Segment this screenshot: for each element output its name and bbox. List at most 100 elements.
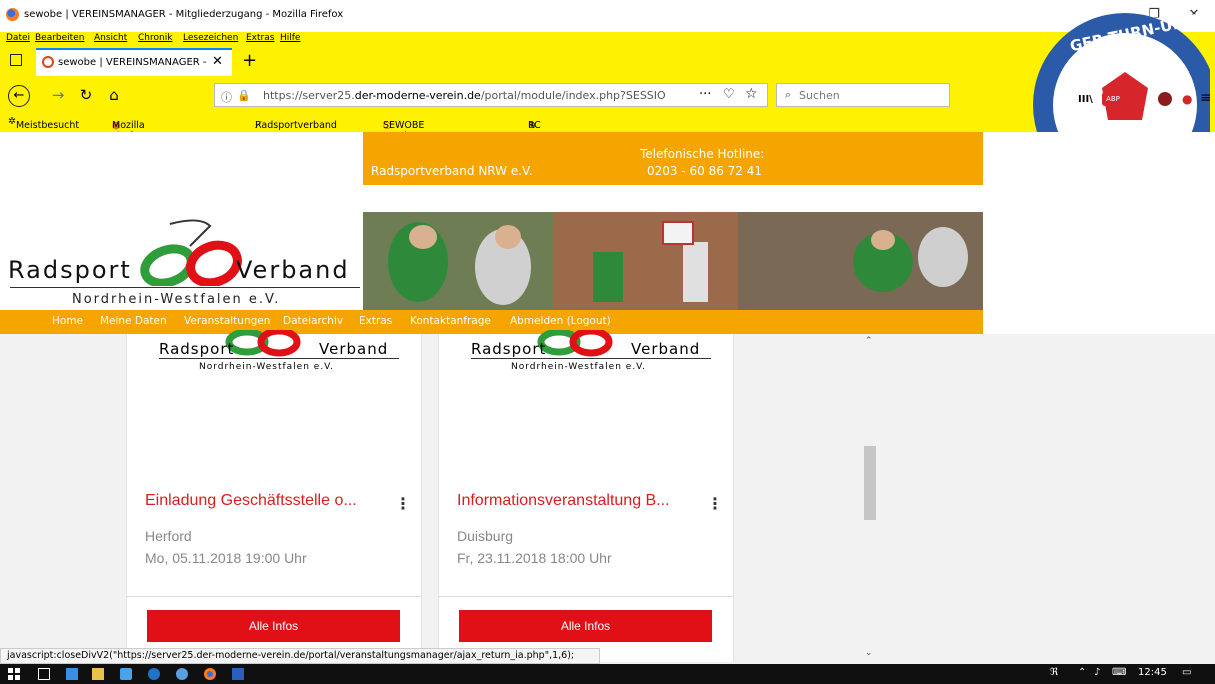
logo-subtitle: Nordrhein-Westfalen e.V. [72, 292, 281, 307]
main-navigation: Home Meine Daten Veranstaltungen Dateiar… [0, 310, 983, 334]
card-logo-rule [471, 358, 711, 359]
card-logo: Radsport Verband Nordrhein-Westfalen e.V… [465, 330, 715, 376]
menu-bearbeiten[interactable]: Bearbeiten [35, 32, 84, 44]
card-logo-right: Verband [631, 340, 701, 358]
back-button[interactable]: ← [8, 85, 30, 107]
app-icon[interactable] [120, 668, 132, 680]
scroll-down-icon[interactable]: ⌄ [865, 648, 873, 658]
info-icon[interactable]: ⓘ [221, 89, 232, 105]
task-view-icon[interactable] [38, 668, 50, 680]
nav-veranstaltungen[interactable]: Veranstaltungen [184, 315, 270, 327]
nav-meine-daten[interactable]: Meine Daten [100, 315, 167, 327]
adblock-icon[interactable]: ABP [1102, 92, 1124, 106]
site-logo[interactable]: Radsport Verband Nordrhein-Westfalen e.V… [0, 212, 363, 310]
forward-button[interactable]: → [46, 84, 70, 106]
hotline-number: 0203 - 60 86 72 41 [647, 164, 763, 178]
header-photo-banner [363, 212, 983, 310]
nav-extras[interactable]: Extras [359, 315, 392, 327]
card-logo-subtitle: Nordrhein-Westfalen e.V. [511, 362, 647, 372]
url-domain: der-moderne-verein.de [354, 89, 481, 102]
card-divider [439, 596, 733, 597]
start-icon[interactable] [8, 668, 20, 680]
firefox-icon [6, 8, 19, 21]
volume-icon[interactable]: ♪ [1094, 667, 1100, 678]
card-logo-subtitle: Nordrhein-Westfalen e.V. [199, 362, 335, 372]
card-logo-left: Radsport [471, 340, 547, 358]
card-logo-rule [159, 358, 399, 359]
nav-home[interactable]: Home [52, 315, 83, 327]
hotline-header: Radsportverband NRW e.V. Telefonische Ho… [363, 132, 983, 185]
url-path: /portal/module/index.php?SESSIO [480, 89, 666, 102]
edge-icon[interactable] [148, 668, 160, 680]
scroll-up-icon[interactable]: ⌃ [865, 336, 873, 346]
bookmark-meistbesucht[interactable]: ✲ Meistbesucht [8, 116, 79, 131]
org-name: Radsportverband NRW e.V. [371, 164, 533, 178]
club-emblem: GER TURN-U.SPO III\ ABP ● ≡ [1030, 10, 1210, 134]
sidebar-icon[interactable] [10, 54, 22, 66]
event-card: Radsport Verband Nordrhein-Westfalen e.V… [438, 330, 734, 662]
shield-icon[interactable]: ● [1182, 92, 1194, 106]
menu-hilfe[interactable]: Hilfe [280, 32, 300, 44]
menu-datei[interactable]: Datei [6, 32, 30, 44]
nav-dateiarchiv[interactable]: Dateiarchiv [283, 315, 343, 327]
url-prefix: https://server25. [263, 89, 355, 102]
tab-active[interactable]: sewobe | VEREINSMANAGER - ✕ [36, 48, 232, 76]
keyboard-icon[interactable]: ⌨ [1112, 667, 1126, 678]
pocket-icon[interactable]: ♡ [723, 87, 735, 102]
tab-close-icon[interactable]: ✕ [212, 54, 223, 69]
window-title: sewobe | VEREINSMANAGER - Mitgliederzuga… [24, 9, 344, 20]
page-actions-icon[interactable]: ··· [699, 87, 711, 102]
url-bar[interactable]: ⓘ 🔒 https://server25.der-moderne-verein.… [214, 83, 768, 107]
event-card: Radsport Verband Nordrhein-Westfalen e.V… [126, 330, 422, 662]
word-icon[interactable] [232, 668, 244, 680]
alle-infos-button[interactable]: Alle Infos [459, 610, 712, 642]
clock[interactable]: 12:45 [1138, 667, 1167, 678]
hamburger-menu-icon[interactable]: ≡ [1200, 90, 1210, 106]
card-logo: Radsport Verband Nordrhein-Westfalen e.V… [153, 330, 403, 376]
nav-kontaktanfrage[interactable]: Kontaktanfrage [410, 315, 491, 327]
browser-icon[interactable] [176, 668, 188, 680]
new-tab-button[interactable]: + [242, 50, 257, 71]
file-explorer-icon[interactable] [66, 668, 78, 680]
logo-rule [10, 287, 360, 288]
logo-word-left: Radsport [8, 256, 132, 284]
content-scrollbar[interactable]: ⌃ ⌄ [862, 334, 878, 662]
url-text[interactable]: https://server25.der-moderne-verein.de/p… [263, 89, 683, 102]
store-icon[interactable] [92, 668, 104, 680]
more-options-icon[interactable]: ⋮ [395, 494, 411, 513]
event-date: Fr, 23.11.2018 18:00 Uhr [457, 550, 612, 566]
event-title[interactable]: Einladung Geschäftsstelle o... [145, 492, 357, 510]
event-date: Mo, 05.11.2018 19:00 Uhr [145, 550, 307, 566]
tab-label: sewobe | VEREINSMANAGER - [58, 57, 207, 68]
search-box[interactable]: ⌕ Suchen [776, 83, 950, 107]
card-divider [127, 596, 421, 597]
hotline-label: Telefonische Hotline: [640, 147, 765, 161]
library-icon[interactable]: III\ [1078, 94, 1093, 105]
ublock-icon[interactable] [1158, 92, 1172, 106]
alle-infos-button[interactable]: Alle Infos [147, 610, 400, 642]
search-placeholder: Suchen [799, 89, 840, 102]
windows-taskbar: ℜ ⌃ ♪ ⌨ 12:45 ▭ [0, 664, 1215, 684]
more-options-icon[interactable]: ⋮ [707, 494, 723, 513]
notifications-icon[interactable]: ▭ [1182, 667, 1191, 678]
menu-ansicht[interactable]: Ansicht [94, 32, 127, 44]
search-icon: ⌕ [785, 88, 792, 101]
menu-extras[interactable]: Extras [246, 32, 274, 44]
status-bar: javascript:closeDivV2("https://server25.… [0, 648, 600, 664]
home-button[interactable]: ⌂ [102, 84, 126, 106]
event-city: Herford [145, 528, 192, 544]
lock-icon: 🔒 [237, 89, 251, 102]
card-logo-right: Verband [319, 340, 389, 358]
reload-button[interactable]: ↻ [74, 84, 98, 106]
event-city: Duisburg [457, 528, 514, 544]
nav-abmelden[interactable]: Abmelden (Logout) [510, 315, 611, 327]
firefox-taskbar-icon[interactable] [204, 668, 216, 680]
tray-chevron-icon[interactable]: ⌃ [1078, 667, 1086, 678]
menu-lesezeichen[interactable]: Lesezeichen [183, 32, 238, 44]
event-title[interactable]: Informationsveranstaltung B... [457, 492, 670, 510]
network-icon[interactable]: ℜ [1050, 667, 1058, 678]
bookmark-star-icon[interactable]: ☆ [745, 86, 758, 102]
sewobe-tab-icon [42, 56, 54, 68]
scrollbar-thumb[interactable] [864, 446, 876, 520]
menu-chronik[interactable]: Chronik [138, 32, 172, 44]
